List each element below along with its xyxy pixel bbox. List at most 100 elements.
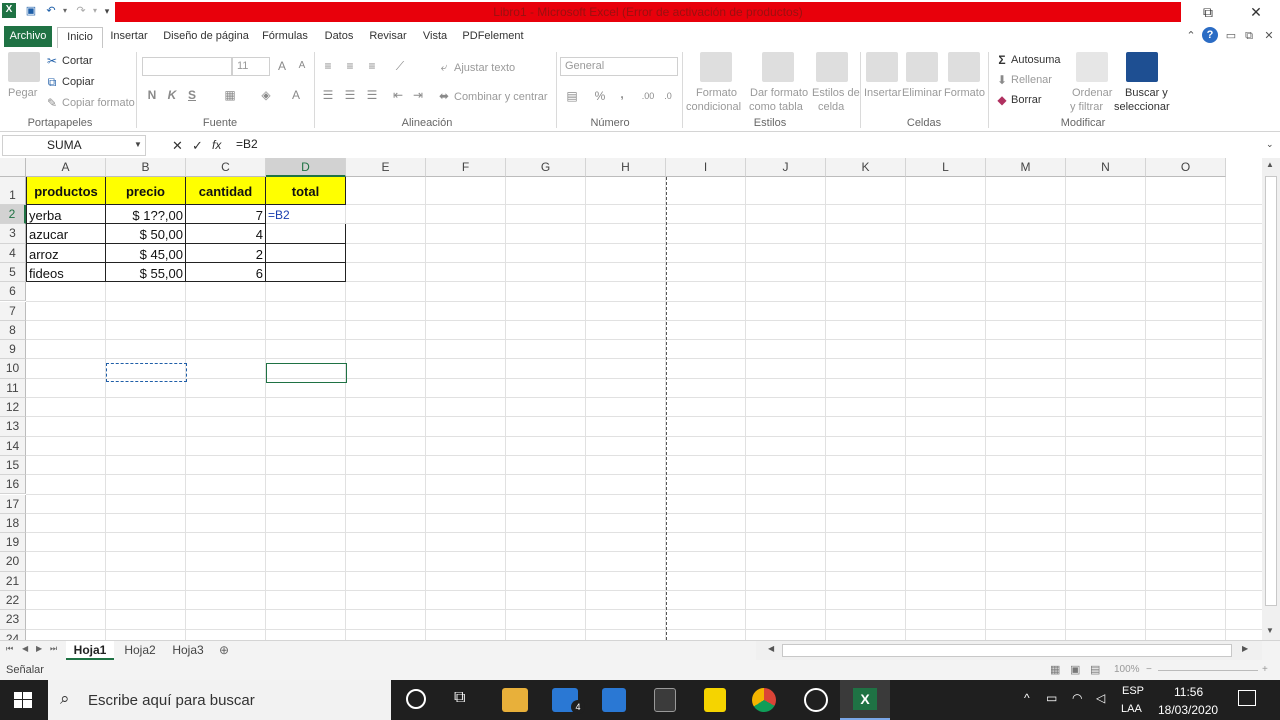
column-header-f[interactable]: F	[426, 158, 506, 177]
font-name-combo[interactable]	[142, 57, 232, 76]
orientation-icon[interactable]: ⟋	[392, 58, 408, 74]
delete-cells-icon[interactable]	[906, 52, 938, 82]
row-header-7[interactable]: 7	[0, 301, 26, 321]
action-center-icon[interactable]	[1238, 690, 1256, 706]
cancel-formula-icon[interactable]: ✕	[172, 138, 183, 154]
tab-pdfelement[interactable]: PDFelement	[460, 27, 526, 47]
bold-button[interactable]: N	[144, 87, 160, 103]
copy-button[interactable]: Copiar	[62, 76, 94, 88]
close-workbook-icon[interactable]: ✕	[1262, 27, 1276, 47]
excel-taskbar-button[interactable]: X	[840, 680, 890, 720]
wrap-text-icon[interactable]: ⤶	[436, 59, 452, 75]
autosum-icon[interactable]: Σ	[994, 52, 1010, 68]
column-header-b[interactable]: B	[106, 158, 186, 177]
tab-data[interactable]: Datos	[320, 27, 358, 47]
row-header-13[interactable]: 13	[0, 417, 26, 437]
header-cell-b1[interactable]: precio	[106, 177, 186, 205]
row-header-22[interactable]: 22	[0, 591, 26, 611]
wrap-text-button[interactable]: Ajustar texto	[454, 62, 515, 74]
row-header-8[interactable]: 8	[0, 320, 26, 341]
find-select-label-2[interactable]: seleccionar	[1114, 101, 1170, 113]
align-center-icon[interactable]: ☰	[342, 87, 358, 103]
row-header-23[interactable]: 23	[0, 610, 26, 630]
undo-icon[interactable]: ↶	[44, 4, 58, 18]
format-painter-button[interactable]: Copiar formato	[62, 97, 135, 109]
zoom-in-icon[interactable]: +	[1262, 664, 1268, 675]
row-header-2[interactable]: 2	[0, 205, 26, 225]
formula-input[interactable]: =B2	[230, 135, 1266, 156]
prev-sheet-icon[interactable]: ◀	[22, 644, 28, 653]
column-header-l[interactable]: L	[906, 158, 986, 177]
task-view-icon[interactable]: ⧉	[454, 689, 465, 707]
delete-cells-button[interactable]: Eliminar	[902, 87, 942, 99]
row-header-18[interactable]: 18	[0, 513, 26, 534]
insert-cells-icon[interactable]	[866, 52, 898, 82]
header-cell-d1[interactable]: total	[266, 177, 346, 205]
language-indicator[interactable]: ESP	[1122, 685, 1144, 697]
battery-icon[interactable]: ▭	[1046, 691, 1057, 705]
table-cell-a5[interactable]: fideos	[26, 262, 106, 283]
header-cell-a1[interactable]: productos	[26, 177, 106, 205]
increase-indent-icon[interactable]: ⇥	[410, 87, 426, 103]
table-cell-b5[interactable]: $ 55,00	[106, 262, 186, 283]
format-painter-icon[interactable]: ✎	[44, 95, 60, 111]
normal-view-icon[interactable]: ▦	[1050, 663, 1060, 676]
row-header-16[interactable]: 16	[0, 475, 26, 495]
column-header-j[interactable]: J	[746, 158, 826, 177]
zoom-out-icon[interactable]: −	[1146, 664, 1152, 675]
expand-formula-icon[interactable]: ⌄	[1266, 139, 1274, 150]
tab-formulas[interactable]: Fórmulas	[258, 27, 312, 47]
number-format-combo[interactable]: General	[560, 57, 678, 76]
scroll-right-icon[interactable]: ▶	[1242, 644, 1248, 653]
font-color-icon[interactable]: A	[288, 87, 304, 103]
column-header-a[interactable]: A	[26, 158, 106, 177]
column-header-n[interactable]: N	[1066, 158, 1146, 177]
show-hidden-icons-icon[interactable]: ^	[1024, 691, 1030, 705]
calculator-icon[interactable]	[654, 688, 676, 712]
row-header-1[interactable]: 1	[0, 177, 26, 205]
table-cell-d5[interactable]	[266, 262, 346, 283]
row-header-10[interactable]: 10	[0, 359, 26, 379]
table-cell-a4[interactable]: arroz	[26, 243, 106, 263]
tab-insert[interactable]: Insertar	[106, 27, 152, 47]
keyboard-layout[interactable]: LAA	[1121, 703, 1142, 715]
paste-button[interactable]: Pegar	[8, 87, 37, 99]
active-cell-d2[interactable]	[266, 363, 347, 383]
select-all-corner[interactable]	[0, 158, 26, 177]
collapse-ribbon-icon[interactable]: ⌃	[1184, 27, 1198, 47]
fill-icon[interactable]: ⬇	[994, 72, 1010, 88]
name-box-dropdown-icon[interactable]: ▼	[134, 140, 142, 149]
row-header-15[interactable]: 15	[0, 455, 26, 476]
table-cell-c4[interactable]: 2	[186, 243, 266, 263]
format-cells-icon[interactable]	[948, 52, 980, 82]
row-header-21[interactable]: 21	[0, 571, 26, 591]
format-as-table-label-2[interactable]: como tabla	[749, 101, 803, 113]
copy-icon[interactable]: ⧉	[44, 74, 60, 90]
column-header-d[interactable]: D	[266, 158, 346, 177]
chrome-icon[interactable]	[752, 688, 776, 712]
file-explorer-icon[interactable]	[502, 688, 528, 712]
vertical-scrollbar[interactable]: ▲ ▼	[1262, 158, 1280, 640]
horizontal-scrollbar[interactable]: ◀ ▶	[756, 641, 1262, 660]
cut-button[interactable]: Cortar	[62, 55, 93, 67]
conditional-format-label-1[interactable]: Formato	[696, 87, 737, 99]
insert-cells-button[interactable]: Insertar	[864, 87, 901, 99]
table-cell-d3[interactable]	[266, 224, 346, 244]
first-sheet-icon[interactable]: ⏮	[6, 644, 13, 654]
column-header-h[interactable]: H	[586, 158, 666, 177]
tab-home[interactable]: Inicio	[57, 27, 103, 49]
font-size-combo[interactable]: 11	[232, 57, 270, 76]
comma-style-button[interactable]: ,	[614, 86, 630, 102]
conditional-format-label-2[interactable]: condicional	[686, 101, 741, 113]
sticky-notes-icon[interactable]	[704, 688, 726, 712]
table-cell-d2[interactable]: =B2	[266, 205, 346, 224]
shrink-font-icon[interactable]: A	[294, 58, 310, 74]
autosum-button[interactable]: Autosuma	[1011, 54, 1061, 66]
column-header-c[interactable]: C	[186, 158, 266, 177]
new-sheet-icon[interactable]: ⊕	[214, 641, 234, 660]
minimize-ribbon-icon[interactable]: ▭	[1224, 27, 1238, 47]
sheet-tab-hoja3[interactable]: Hoja3	[166, 641, 210, 660]
zoom-slider[interactable]	[1158, 670, 1258, 671]
row-header-4[interactable]: 4	[0, 243, 26, 263]
name-box[interactable]: SUMA	[2, 135, 146, 156]
